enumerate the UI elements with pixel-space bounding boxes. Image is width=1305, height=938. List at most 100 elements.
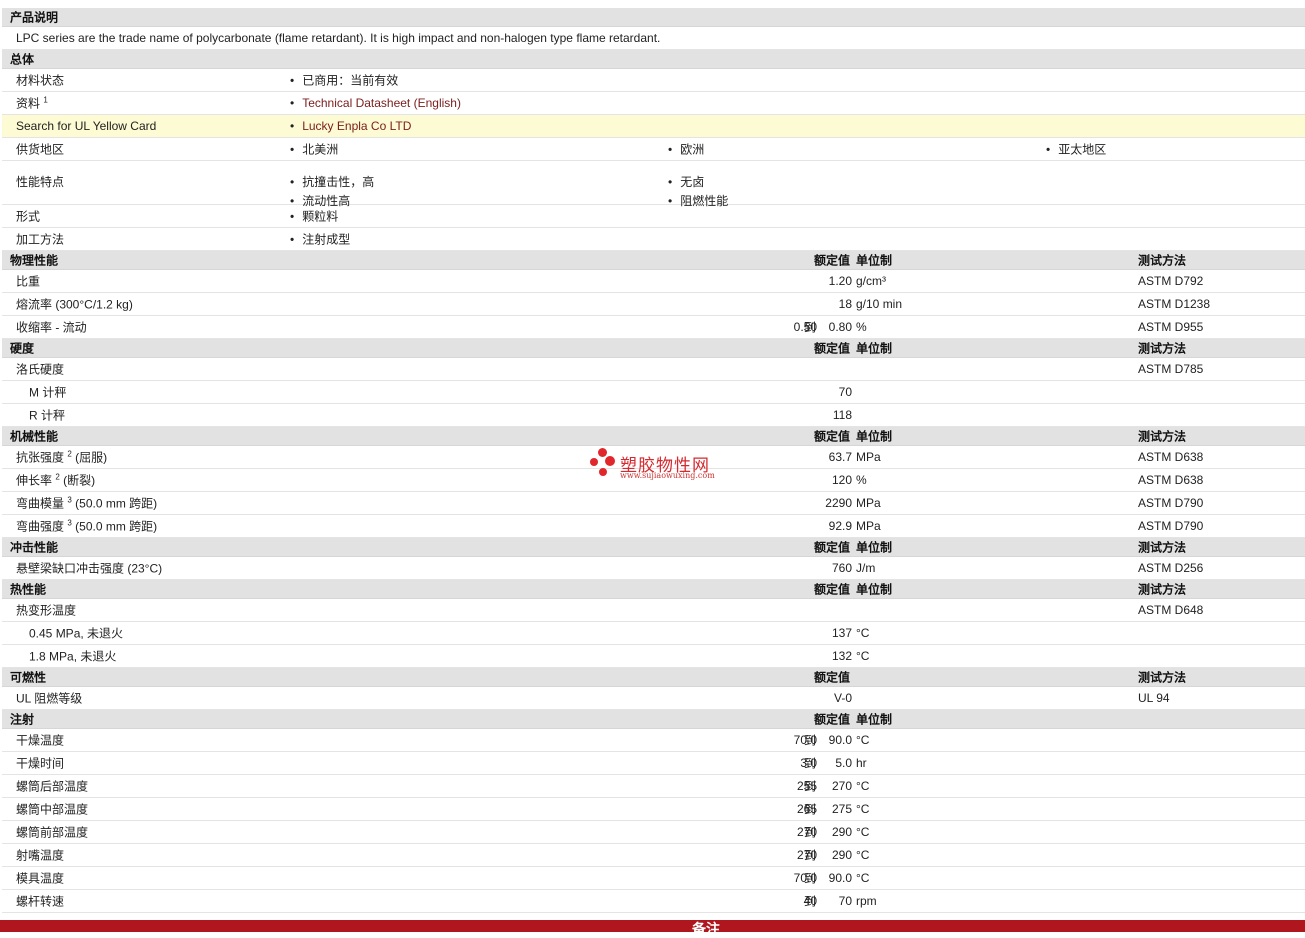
property-subrow: M 计秤 70 — [2, 381, 1305, 404]
range-high: 290 — [831, 825, 852, 839]
col-method: 测试方法 — [1138, 341, 1187, 356]
range-high: 5.0 — [835, 756, 852, 770]
status-row: 材料状态 已商用：当前有效 — [2, 69, 1305, 92]
section-title: 机械性能 — [10, 429, 59, 444]
range-high: 0.80 — [828, 320, 852, 334]
property-name: 收缩率 - 流动 — [16, 320, 87, 335]
property-unit: °C — [856, 733, 870, 747]
property-row: UL 阻燃等级 V-0 UL 94 — [2, 687, 1305, 710]
property-method: ASTM D1238 — [1138, 297, 1211, 311]
property-unit: °C — [856, 779, 870, 793]
col-unit: 单位制 — [856, 429, 893, 444]
property-name: 伸长率 2 (断裂) — [16, 472, 96, 488]
col-unit: 单位制 — [856, 341, 893, 356]
row-label: 材料状态 — [16, 73, 65, 88]
status-value: 已商用：当前有效 — [290, 72, 398, 89]
property-unit: % — [856, 320, 867, 334]
range-high: 275 — [831, 802, 852, 816]
range-high: 70 — [838, 894, 852, 908]
property-value: 92.9 — [828, 519, 852, 533]
property-unit: °C — [856, 802, 870, 816]
supply-item: 亚太地区 — [1046, 141, 1106, 158]
property-method: ASTM D790 — [1138, 519, 1204, 533]
section-title: 总体 — [10, 52, 35, 67]
property-value: 132 — [831, 649, 852, 663]
range-high: 290 — [831, 848, 852, 862]
property-name: M 计秤 — [29, 385, 67, 400]
property-unit: °C — [856, 626, 870, 640]
property-row: 弯曲强度 3 (50.0 mm 跨距) 92.9 MPa ASTM D790 — [2, 515, 1305, 538]
range-to: 到 — [804, 802, 817, 817]
property-name: 弯曲强度 3 (50.0 mm 跨距) — [16, 518, 158, 534]
col-nominal: 额定值 — [813, 712, 850, 727]
property-method: ASTM D648 — [1138, 603, 1204, 617]
injection-row: 射嘴温度 270 到 290 °C — [2, 844, 1305, 867]
property-row: 热变形温度 ASTM D648 — [2, 599, 1305, 622]
property-name: 螺筒中部温度 — [16, 802, 89, 817]
notes-footer-bar: 备注 — [0, 920, 1305, 937]
property-method: ASTM D256 — [1138, 561, 1204, 575]
col-unit: 单位制 — [856, 253, 893, 268]
property-name: 螺筒后部温度 — [16, 779, 89, 794]
property-value: 1.20 — [828, 274, 852, 288]
row-label: 形式 — [16, 209, 41, 224]
section-title: 热性能 — [10, 582, 47, 597]
property-name: 抗张强度 2 (屈服) — [16, 449, 108, 465]
injection-row: 螺筒前部温度 270 到 290 °C — [2, 821, 1305, 844]
property-name: UL 阻燃等级 — [16, 691, 83, 706]
section-title: 冲击性能 — [10, 540, 59, 555]
features-row: 性能特点 抗撞击性，高 无卤 流动性高 阻燃性能 — [2, 161, 1305, 208]
property-row: 悬壁梁缺口冲击强度 (23°C) 760 J/m ASTM D256 — [2, 557, 1305, 580]
property-name: 悬壁梁缺口冲击强度 (23°C) — [16, 561, 163, 576]
property-name: 0.45 MPa, 未退火 — [29, 626, 124, 641]
watermark-logo: 塑胶物性网 www.sujiaowuxing.com — [590, 448, 730, 484]
property-name: 1.8 MPa, 未退火 — [29, 649, 117, 664]
section-header-description: 产品说明 — [2, 8, 1305, 27]
property-row: 收缩率 - 流动 0.50 到 0.80 % ASTM D955 — [2, 316, 1305, 339]
property-value: 118 — [832, 408, 852, 422]
property-unit: % — [856, 473, 867, 487]
description-row: LPC series are the trade name of polycar… — [2, 27, 1305, 50]
range-to: 到 — [804, 825, 817, 840]
process-row: 加工方法 注射成型 — [2, 228, 1305, 251]
property-row: 比重 1.20 g/cm³ ASTM D792 — [2, 270, 1305, 293]
injection-row: 螺筒后部温度 255 到 270 °C — [2, 775, 1305, 798]
datasheet-link[interactable]: Technical Datasheet (English) — [290, 96, 461, 110]
section-header-general: 总体 — [2, 50, 1305, 69]
property-name: R 计秤 — [29, 408, 66, 423]
section-title: 可燃性 — [10, 670, 47, 685]
property-value: 137 — [831, 626, 852, 640]
injection-row: 干燥时间 3.0 到 5.0 hr — [2, 752, 1305, 775]
section-header-impact: 冲击性能 额定值 单位制 测试方法 — [2, 538, 1305, 557]
property-unit: °C — [856, 871, 870, 885]
property-unit: g/10 min — [856, 297, 903, 311]
section-header-physical: 物理性能 额定值 单位制 测试方法 — [2, 251, 1305, 270]
col-unit: 单位制 — [856, 540, 893, 555]
docs-row: 资料 1 Technical Datasheet (English) — [2, 92, 1305, 115]
range-high: 90.0 — [828, 733, 852, 747]
supplier-link[interactable]: Lucky Enpla Co LTD — [290, 119, 411, 133]
property-method: ASTM D638 — [1138, 450, 1204, 464]
section-title: 物理性能 — [10, 253, 59, 268]
property-row: 弯曲模量 3 (50.0 mm 跨距) 2290 MPa ASTM D790 — [2, 492, 1305, 515]
col-unit: 单位制 — [856, 712, 893, 727]
col-nominal: 额定值 — [813, 540, 850, 555]
range-to: 到 — [804, 756, 817, 771]
range-to: 到 — [804, 733, 817, 748]
range-high: 270 — [831, 779, 852, 793]
property-method: ASTM D785 — [1138, 362, 1204, 376]
section-title: 产品说明 — [10, 10, 59, 25]
description-text: LPC series are the trade name of polycar… — [16, 31, 661, 45]
range-to: 到 — [804, 779, 817, 794]
col-nominal: 额定值 — [813, 429, 850, 444]
section-title: 注射 — [10, 712, 35, 727]
section-title: 硬度 — [10, 341, 35, 356]
section-header-flammability: 可燃性 额定值 测试方法 — [2, 668, 1305, 687]
property-unit: hr — [856, 756, 867, 770]
range-to: 到 — [804, 320, 817, 335]
form-value: 颗粒料 — [290, 208, 338, 225]
property-name: 熔流率 (300°C/1.2 kg) — [16, 297, 133, 312]
property-subrow: R 计秤 118 — [2, 404, 1305, 427]
form-row: 形式 颗粒料 — [2, 205, 1305, 228]
property-name: 弯曲模量 3 (50.0 mm 跨距) — [16, 495, 158, 511]
